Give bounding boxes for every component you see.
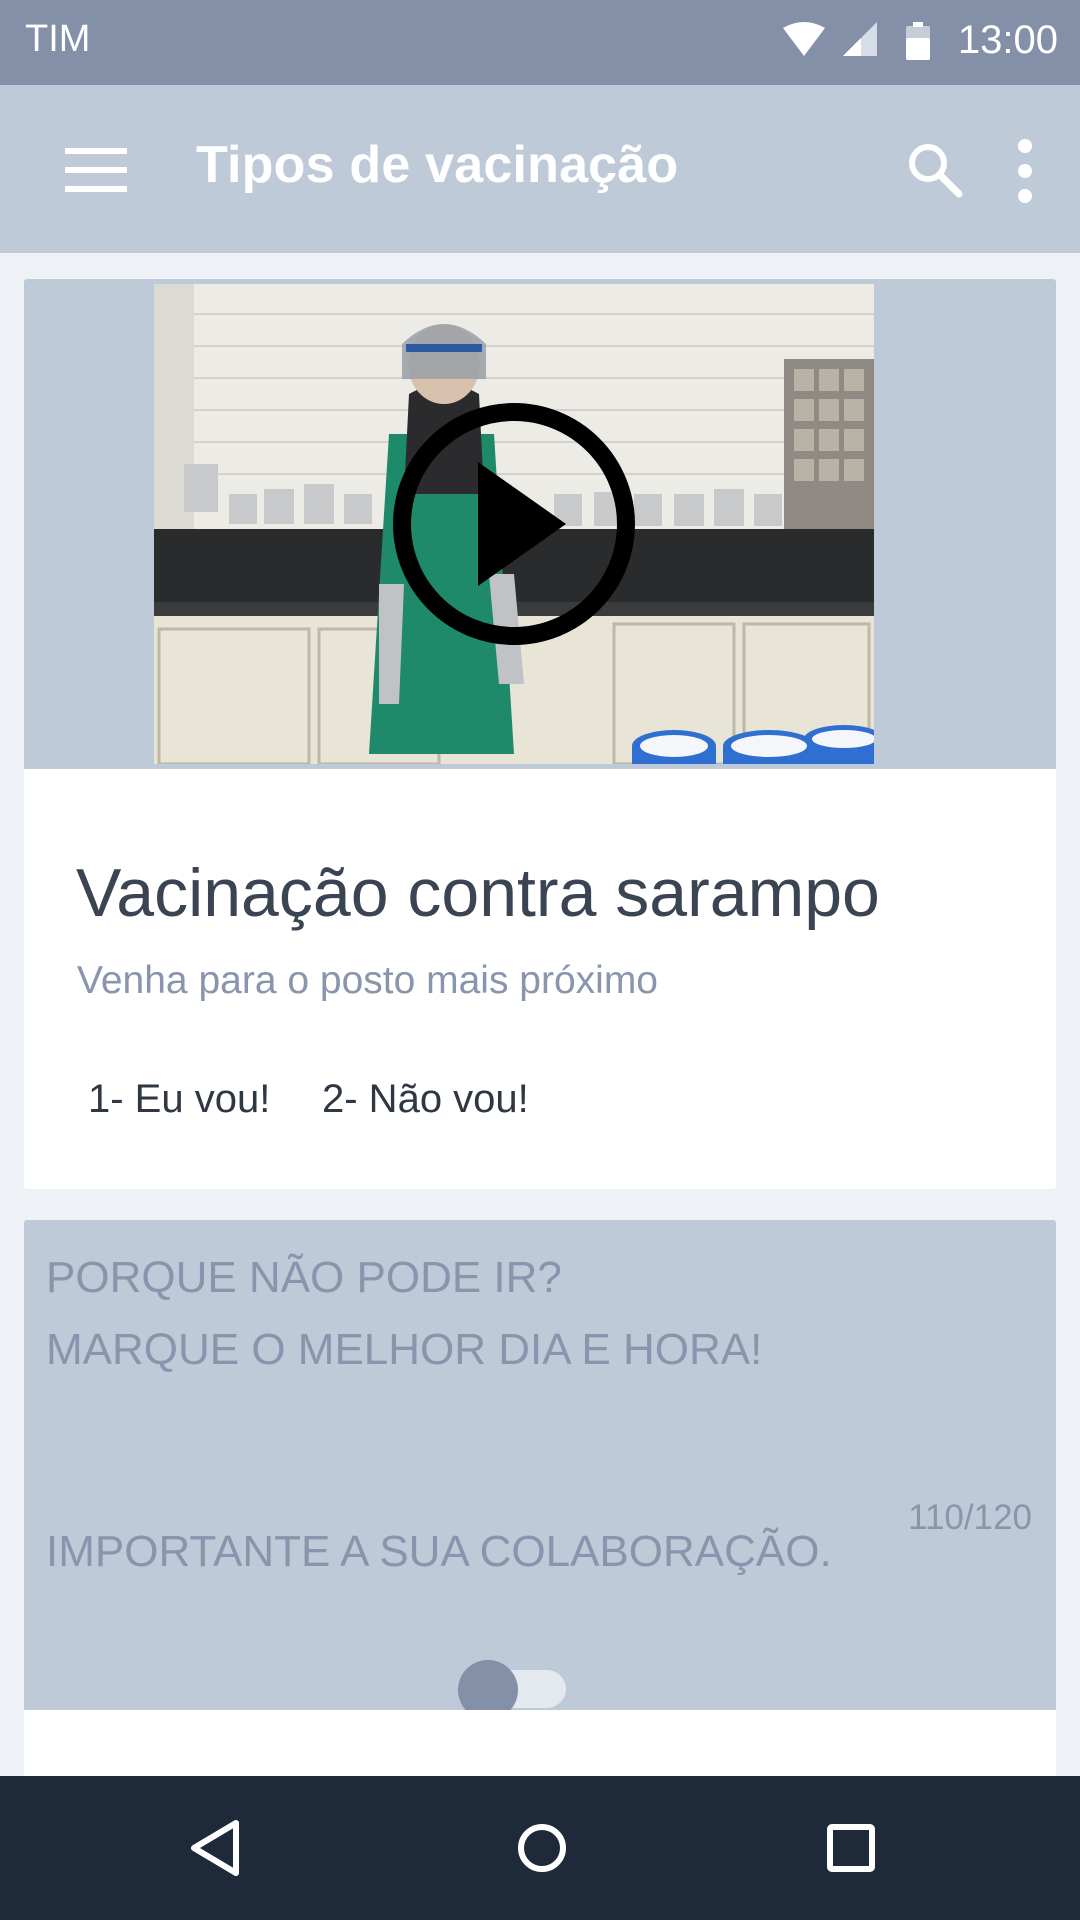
toggle-switch[interactable] [458, 1660, 570, 1710]
back-button[interactable] [172, 1803, 262, 1893]
page-title: Tipos de vacinação [196, 136, 679, 194]
card-title: Vacinação contra sarampo [76, 855, 880, 931]
video-thumbnail[interactable] [154, 284, 874, 764]
will-go-button[interactable]: 1- Eu vou! [80, 1067, 278, 1132]
form-line: MARQUE O MELHOR DIA E HORA! [46, 1325, 763, 1374]
wifi-icon [783, 22, 825, 65]
system-nav-bar [0, 1776, 1080, 1920]
app-bar: Tipos de vacinação [0, 85, 1080, 253]
form-line [46, 1386, 926, 1458]
character-counter: 110/120 [908, 1498, 1032, 1537]
card-subtitle: Venha para o posto mais próximo [77, 959, 659, 1002]
toggle-thumb [458, 1660, 518, 1710]
battery-icon [906, 22, 930, 65]
next-card-edge [24, 1710, 1056, 1776]
status-bar: TIM 13:00 [0, 0, 1080, 85]
vaccination-card: Vacinação contra sarampo Venha para o po… [24, 279, 1056, 1189]
search-button[interactable] [900, 135, 970, 205]
play-button[interactable] [154, 284, 874, 764]
wont-go-button[interactable]: 2- Não vou! [314, 1067, 537, 1132]
recents-button[interactable] [806, 1803, 896, 1893]
clock: 13:00 [957, 18, 1058, 62]
reason-form: PORQUE NÃO PODE IR? MARQUE O MELHOR DIA … [24, 1220, 1056, 1710]
form-line: PORQUE NÃO PODE IR? [46, 1253, 562, 1302]
reason-text-field[interactable]: PORQUE NÃO PODE IR? MARQUE O MELHOR DIA … [46, 1242, 926, 1622]
form-line: IMPORTANTE A SUA COLABORAÇÃO. [46, 1527, 832, 1576]
card-media [24, 279, 1056, 769]
menu-button[interactable] [55, 135, 135, 205]
signal-icon [843, 22, 877, 63]
carrier-label: TIM [25, 18, 91, 60]
home-button[interactable] [497, 1803, 587, 1893]
more-options-button[interactable] [1000, 131, 1050, 211]
